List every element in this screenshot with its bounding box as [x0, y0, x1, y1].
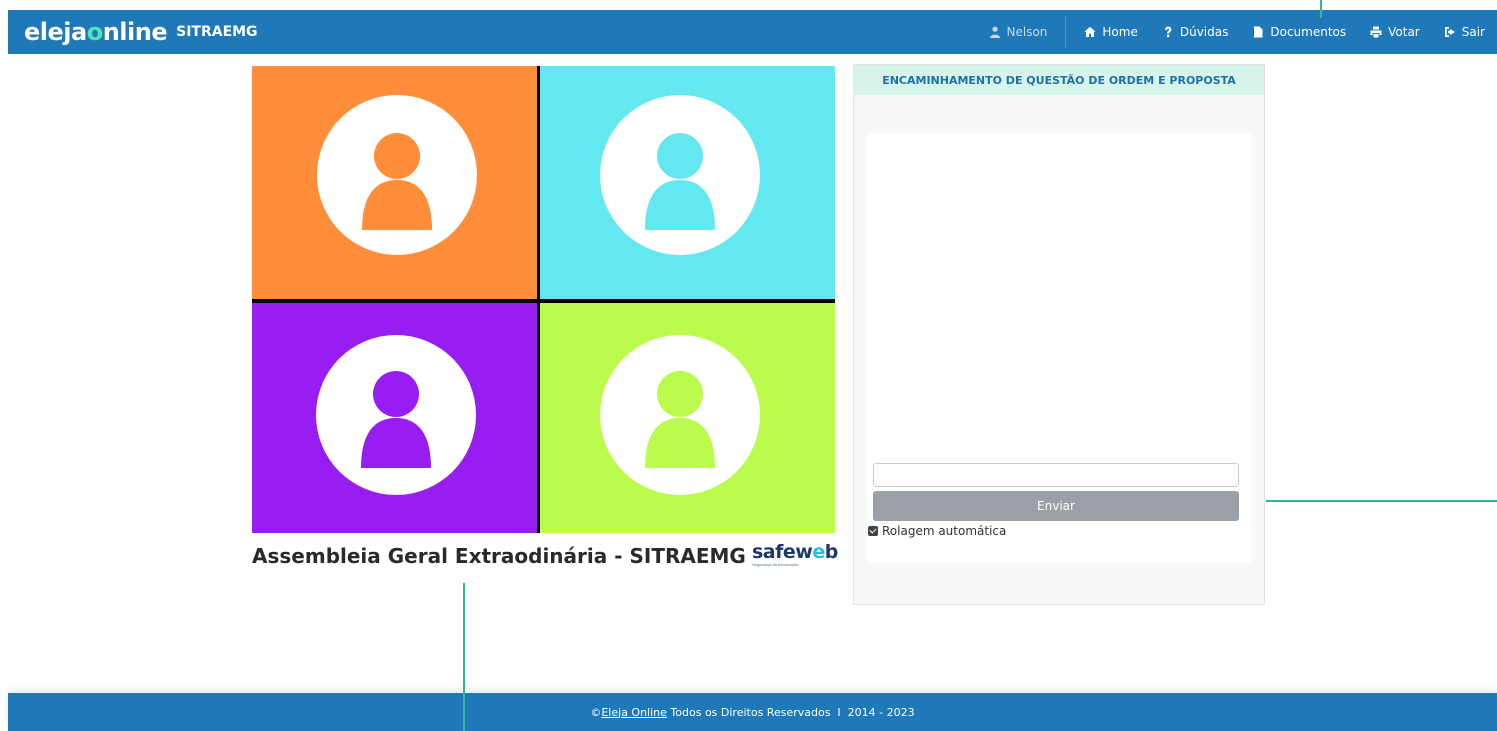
nav-vote-label: Votar — [1388, 25, 1420, 39]
user-icon — [989, 26, 1000, 38]
print-icon — [1370, 26, 1382, 38]
eleja-online-link[interactable]: Eleja Online — [601, 706, 667, 719]
chat-messages[interactable]: Enviar Rolagem automática — [867, 133, 1251, 563]
autoscroll-toggle[interactable]: Rolagem automática — [868, 524, 1006, 538]
nav-documents[interactable]: Documentos — [1240, 10, 1358, 54]
question-icon — [1164, 26, 1172, 38]
participant-tile[interactable] — [252, 66, 537, 299]
sign-out-icon — [1444, 27, 1455, 37]
home-icon — [1084, 26, 1096, 37]
nav-documents-label: Documentos — [1270, 25, 1347, 39]
nav-home[interactable]: Home — [1072, 10, 1149, 54]
brand-logo: elejaonline — [24, 18, 168, 46]
panel-header: ENCAMINHAMENTO DE QUESTÃO DE ORDEM E PRO… — [854, 65, 1264, 95]
footer-text: Todos os Direitos Reservados I 2014 - 20… — [666, 705, 915, 719]
brand[interactable]: elejaonline SITRAEMG — [24, 14, 258, 50]
message-input[interactable] — [873, 463, 1239, 487]
person-icon — [645, 133, 715, 230]
nav-doubts-label: Dúvidas — [1179, 25, 1229, 39]
question-panel: ENCAMINHAMENTO DE QUESTÃO DE ORDEM E PRO… — [853, 64, 1265, 605]
nav-user[interactable]: Nelson — [977, 16, 1067, 48]
participant-tile[interactable] — [540, 303, 835, 533]
autoscroll-checkbox[interactable] — [868, 526, 878, 536]
callout-line — [1266, 500, 1497, 502]
meeting-title: Assembleia Geral Extraodinária - SITRAEM… — [252, 544, 746, 568]
participant-tile[interactable] — [252, 303, 537, 533]
video-conference-grid — [252, 66, 835, 533]
person-icon — [362, 133, 432, 230]
nav-doubts[interactable]: Dúvidas — [1150, 10, 1241, 54]
main-nav: Nelson Home Dúvidas Documentos Votar Sai… — [977, 10, 1497, 54]
callout-line — [463, 583, 465, 731]
person-icon — [645, 371, 715, 468]
person-icon — [361, 371, 431, 468]
safeweb-logo: safeweb Segurança da Informação — [752, 541, 838, 567]
nav-vote[interactable]: Votar — [1358, 10, 1432, 54]
organization-name: SITRAEMG — [176, 24, 258, 40]
footer: © Eleja Online Todos os Direitos Reservad… — [8, 693, 1497, 731]
nav-logout[interactable]: Sair — [1432, 10, 1497, 54]
participant-tile[interactable] — [540, 66, 835, 299]
copyright-symbol: © — [590, 705, 602, 719]
top-navbar: elejaonline SITRAEMG Nelson Home Dúvidas… — [8, 10, 1497, 54]
nav-home-label: Home — [1102, 25, 1138, 39]
nav-user-label: Nelson — [1006, 25, 1048, 39]
document-icon — [1254, 26, 1263, 38]
callout-line — [1320, 0, 1322, 18]
send-button[interactable]: Enviar — [873, 491, 1239, 521]
autoscroll-label: Rolagem automática — [882, 524, 1007, 538]
nav-logout-label: Sair — [1461, 25, 1485, 39]
